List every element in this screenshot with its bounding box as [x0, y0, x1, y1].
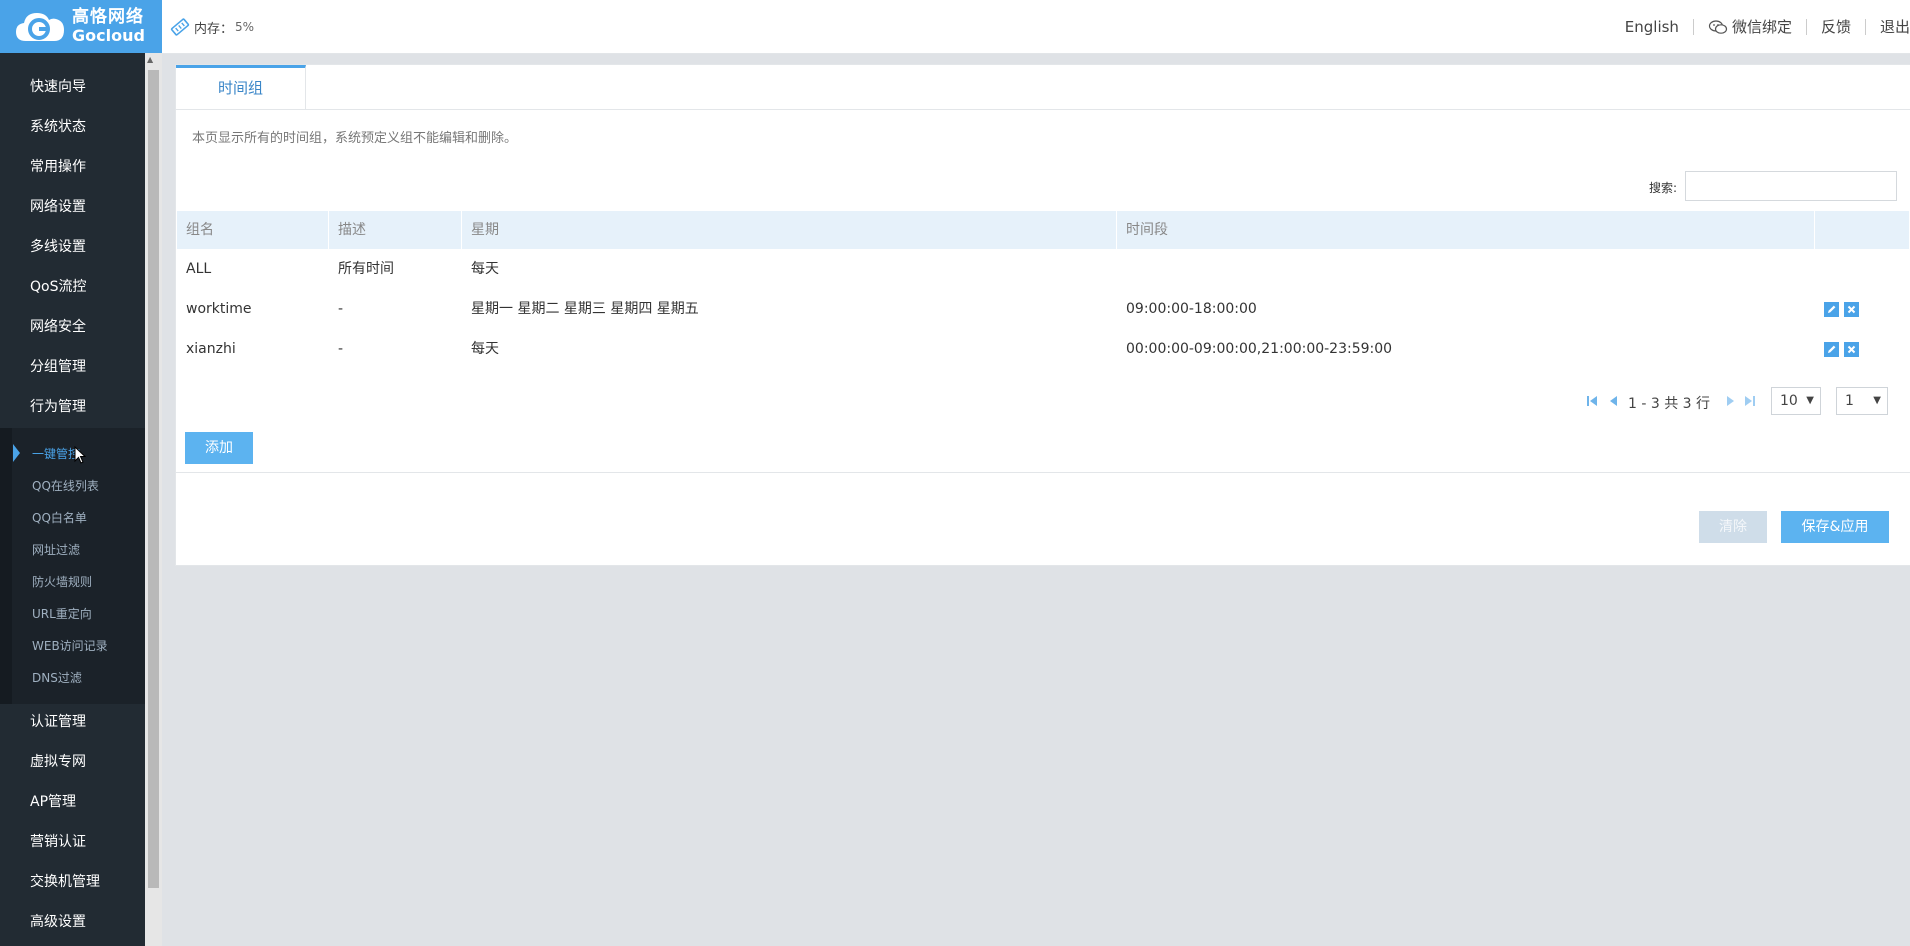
tab-bar: 时间组	[176, 65, 1910, 110]
page-size-select[interactable]: 10 ▼	[1771, 387, 1821, 415]
sidebar-subitem-dns-filter[interactable]: DNS过滤	[32, 669, 82, 686]
wechat-icon	[1708, 19, 1728, 34]
time-group-table: 组名 描述 星期 时间段 ALL 所有时间 每天 worktime - 星期一 …	[177, 211, 1909, 369]
brand-cn: 高恪网络	[72, 7, 144, 27]
prev-page-icon[interactable]	[1608, 395, 1620, 407]
sidebar-item-advanced[interactable]: 高级设置	[0, 902, 145, 942]
cell-week: 每天	[471, 341, 499, 357]
cell-actions	[1815, 289, 1909, 329]
feedback-link[interactable]: 反馈	[1821, 16, 1851, 37]
memory-value: 5%	[235, 20, 255, 34]
sidebar-subitem-qq-online[interactable]: QQ在线列表	[32, 477, 99, 494]
language-link[interactable]: English	[1625, 18, 1679, 36]
table-row[interactable]: ALL 所有时间 每天	[177, 249, 1909, 289]
sidebar-item-switch[interactable]: 交换机管理	[0, 862, 145, 902]
sidebar-subitem-one-click[interactable]: 一键管控	[32, 445, 80, 462]
cell-desc: 所有时间	[338, 261, 394, 277]
wechat-bind-link[interactable]: 微信绑定	[1708, 16, 1792, 37]
tab-time-group[interactable]: 时间组	[176, 65, 306, 109]
memory-label: 内存：	[194, 21, 234, 37]
sidebar-item-behavior[interactable]: 行为管理	[0, 387, 145, 427]
scroll-up-icon[interactable]: ▲	[147, 55, 153, 64]
section-divider	[176, 472, 1910, 473]
dropdown-arrow-icon: ▼	[1873, 395, 1881, 406]
cloud-logo-icon	[16, 12, 64, 41]
memory-indicator: 内存： 5%	[170, 17, 254, 37]
mouse-cursor-icon	[74, 446, 86, 464]
page-number-select[interactable]: 1 ▼	[1836, 387, 1888, 415]
column-header-period[interactable]: 时间段	[1117, 211, 1815, 249]
sidebar-item-ap[interactable]: AP管理	[0, 782, 145, 822]
cell-name: ALL	[186, 261, 212, 277]
memory-chip-icon	[170, 18, 190, 36]
column-header-desc[interactable]: 描述	[329, 211, 462, 249]
page-number-value: 1	[1845, 393, 1854, 409]
sidebar-item-multiline[interactable]: 多线设置	[0, 227, 145, 267]
sidebar-item-groups[interactable]: 分组管理	[0, 347, 145, 387]
table-header: 组名 描述 星期 时间段	[177, 211, 1909, 249]
sidebar-subitem-url-redirect[interactable]: URL重定向	[32, 605, 92, 622]
sidebar-item-security[interactable]: 网络安全	[0, 307, 145, 347]
active-indicator-icon	[13, 444, 20, 462]
main-panel: 时间组 本页显示所有的时间组，系统预定义组不能编辑和删除。 搜索: 组名 描述 …	[175, 64, 1910, 566]
search-input[interactable]	[1685, 171, 1897, 201]
sidebar-item-marketing[interactable]: 营销认证	[0, 822, 145, 862]
sidebar-item-quick-guide[interactable]: 快速向导	[0, 67, 145, 107]
cell-period: 00:00:00-09:00:00,21:00:00-23:59:00	[1126, 341, 1393, 357]
cell-period	[1117, 249, 1815, 289]
top-bar: 内存： 5% English 微信绑定 反馈 退出	[162, 0, 1910, 54]
sidebar-scrollbar-thumb[interactable]	[148, 70, 159, 888]
pagination-summary: 1 - 3 共 3 行	[1628, 396, 1711, 412]
cell-actions	[1815, 329, 1909, 369]
edit-icon[interactable]	[1824, 342, 1839, 357]
submenu-behavior	[0, 428, 145, 704]
sidebar-item-network[interactable]: 网络设置	[0, 187, 145, 227]
divider	[1864, 18, 1866, 35]
cell-desc: -	[338, 301, 344, 317]
sidebar-item-vpn[interactable]: 虚拟专网	[0, 742, 145, 782]
brand-en: Gocloud	[72, 26, 145, 45]
cell-name: worktime	[186, 301, 252, 317]
logout-link[interactable]: 退出	[1880, 16, 1910, 37]
sidebar-item-auth[interactable]: 认证管理	[0, 702, 145, 742]
brand-logo[interactable]: 高恪网络 Gocloud	[0, 0, 162, 53]
delete-icon[interactable]	[1844, 342, 1859, 357]
cell-week: 每天	[471, 261, 499, 277]
sidebar-subitem-firewall[interactable]: 防火墙规则	[32, 573, 92, 590]
column-header-week[interactable]: 星期	[462, 211, 1117, 249]
edit-icon[interactable]	[1824, 302, 1839, 317]
cell-period: 09:00:00-18:00:00	[1126, 301, 1257, 317]
sidebar-subitem-qq-whitelist[interactable]: QQ白名单	[32, 509, 87, 526]
cell-desc: -	[338, 341, 344, 357]
first-page-icon[interactable]	[1586, 395, 1598, 407]
sidebar-item-common-ops[interactable]: 常用操作	[0, 147, 145, 187]
delete-icon[interactable]	[1844, 302, 1859, 317]
last-page-icon[interactable]	[1744, 395, 1756, 407]
sidebar-item-qos[interactable]: QoS流控	[0, 267, 145, 307]
cell-actions	[1815, 249, 1909, 289]
clear-button[interactable]: 清除	[1699, 511, 1767, 543]
cell-week: 星期一 星期二 星期三 星期四 星期五	[471, 301, 699, 317]
sidebar-subitem-url-filter[interactable]: 网址过滤	[32, 541, 80, 558]
column-header-name[interactable]: 组名	[177, 211, 329, 249]
sidebar-subitem-web-log[interactable]: WEB访问记录	[32, 637, 108, 654]
sidebar-item-system-status[interactable]: 系统状态	[0, 107, 145, 147]
next-page-icon[interactable]	[1724, 395, 1736, 407]
divider	[1805, 18, 1807, 35]
page-size-value: 10	[1780, 393, 1798, 409]
table-row[interactable]: xianzhi - 每天 00:00:00-09:00:00,21:00:00-…	[177, 329, 1909, 369]
column-header-actions	[1815, 211, 1909, 249]
search-label: 搜索:	[1649, 181, 1678, 195]
save-apply-button[interactable]: 保存&应用	[1781, 511, 1889, 543]
cell-name: xianzhi	[186, 341, 236, 357]
wechat-bind-label: 微信绑定	[1731, 18, 1792, 36]
table-row[interactable]: worktime - 星期一 星期二 星期三 星期四 星期五 09:00:00-…	[177, 289, 1909, 329]
page-description: 本页显示所有的时间组，系统预定义组不能编辑和删除。	[192, 131, 518, 146]
dropdown-arrow-icon: ▼	[1806, 395, 1814, 406]
add-button[interactable]: 添加	[185, 432, 253, 464]
divider	[1692, 18, 1694, 35]
